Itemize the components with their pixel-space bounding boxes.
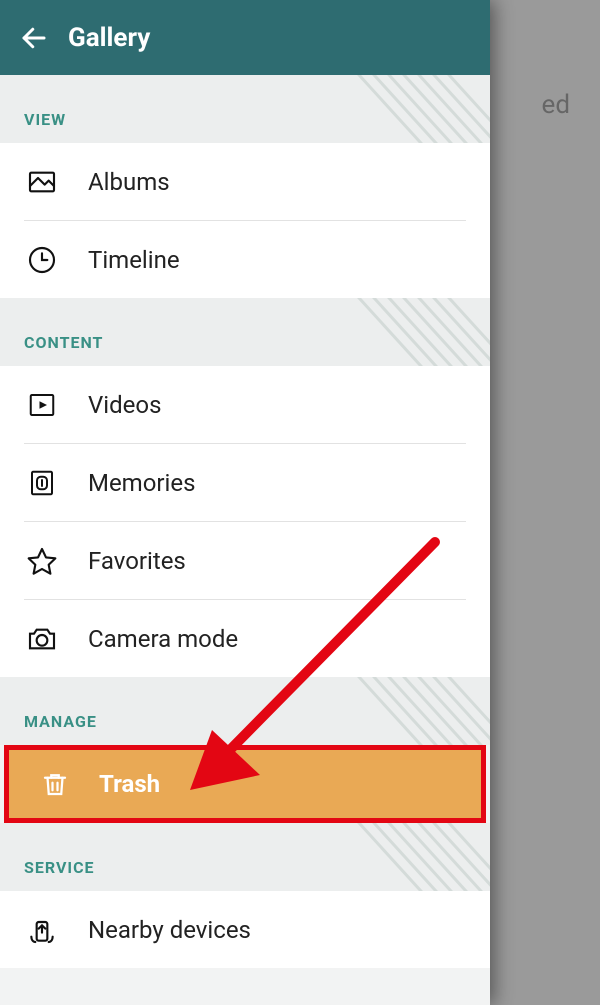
drawer-item-albums[interactable]: Albums xyxy=(0,143,490,220)
clock-icon xyxy=(24,242,60,278)
drawer-item-videos[interactable]: Videos xyxy=(0,366,490,443)
section-header-manage: MANAGE xyxy=(0,677,490,745)
drawer-item-camera-mode[interactable]: Camera mode xyxy=(0,600,490,677)
trash-icon xyxy=(37,766,73,802)
decorative-stripes xyxy=(310,677,490,745)
memories-icon xyxy=(24,465,60,501)
drawer-item-timeline[interactable]: Timeline xyxy=(0,221,490,298)
decorative-stripes xyxy=(310,298,490,366)
star-icon xyxy=(24,543,60,579)
play-icon xyxy=(24,387,60,423)
drawer-item-label: Videos xyxy=(88,391,161,419)
backdrop-partial-text: ed xyxy=(542,90,570,120)
section-header-content: CONTENT xyxy=(0,298,490,366)
drawer-item-favorites[interactable]: Favorites xyxy=(0,522,490,599)
drawer-item-label: Camera mode xyxy=(88,625,238,653)
camera-icon xyxy=(24,621,60,657)
drawer-item-label: Trash xyxy=(99,770,160,798)
drawer-item-label: Timeline xyxy=(88,246,180,274)
drawer-item-label: Memories xyxy=(88,469,196,497)
arrow-back-icon xyxy=(19,23,49,53)
back-button[interactable] xyxy=(12,16,56,60)
drawer-item-memories[interactable]: Memories xyxy=(0,444,490,521)
page-title: Gallery xyxy=(68,23,150,53)
section-header-view: VIEW xyxy=(0,75,490,143)
drawer-item-trash[interactable]: Trash xyxy=(4,745,486,823)
drawer-item-label: Favorites xyxy=(88,547,186,575)
nearby-icon xyxy=(24,912,60,948)
navigation-drawer: Gallery VIEW Albums Timeline C xyxy=(0,0,490,1005)
section-label: CONTENT xyxy=(24,333,103,352)
drawer-item-nearby-devices[interactable]: Nearby devices xyxy=(0,891,490,968)
drawer-item-label: Nearby devices xyxy=(88,916,251,944)
image-icon xyxy=(24,164,60,200)
drawer-item-label: Albums xyxy=(88,168,170,196)
section-label: VIEW xyxy=(24,110,66,129)
decorative-stripes xyxy=(310,823,490,891)
section-label: MANAGE xyxy=(24,712,97,731)
section-label: SERVICE xyxy=(24,858,95,877)
decorative-stripes xyxy=(310,75,490,143)
section-header-service: SERVICE xyxy=(0,823,490,891)
app-bar: Gallery xyxy=(0,0,490,75)
